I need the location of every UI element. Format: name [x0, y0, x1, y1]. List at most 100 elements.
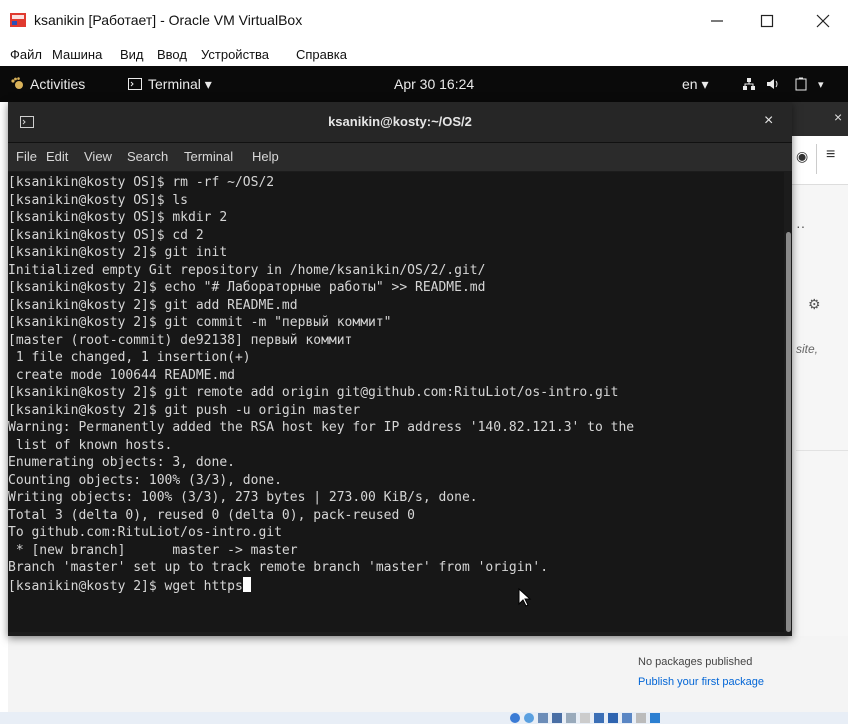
mouse-pointer-icon	[518, 588, 532, 607]
battery-icon	[795, 77, 807, 91]
network-adapter-icon[interactable]	[552, 713, 562, 723]
terminal-line: Enumerating objects: 3, done.	[8, 455, 235, 470]
terminal-window: ksanikin@kosty:~/OS/2 × File Edit View S…	[8, 102, 792, 636]
background-close-icon[interactable]: ×	[834, 109, 842, 125]
terminal-prompt-text: [ksanikin@kosty 2]$ wget https	[8, 578, 243, 594]
terminal-line: [ksanikin@kosty OS]$ ls	[8, 192, 189, 208]
vbox-statusbar	[0, 712, 848, 724]
hamburger-menu-icon[interactable]: ≡	[826, 146, 835, 164]
gnome-foot-icon	[11, 77, 23, 89]
terminal-line: create mode 100644 README.md	[8, 367, 235, 383]
terminal-line: 1 file changed, 1 insertion(+)	[8, 350, 251, 365]
window-title: ksanikin [Работает] - Oracle VM VirtualB…	[34, 12, 303, 28]
menu-input[interactable]: Ввод	[157, 47, 187, 62]
term-menu-view[interactable]: View	[84, 149, 112, 164]
menu-view[interactable]: Вид	[120, 47, 144, 62]
terminal-line: Total 3 (delta 0), reused 0 (delta 0), p…	[8, 507, 415, 523]
terminal-line: Counting objects: 100% (3/3), done.	[8, 472, 282, 488]
menu-devices[interactable]: Устройства	[201, 47, 269, 62]
toolbar-divider	[816, 144, 817, 174]
no-packages-text: No packages published	[638, 656, 753, 668]
terminal-prompt-line[interactable]: [ksanikin@kosty 2]$ wget https	[8, 576, 251, 596]
terminal-menubar: File Edit View Search Terminal Help	[8, 143, 792, 171]
minimize-button[interactable]	[694, 4, 740, 38]
gnome-top-panel: Activities Terminal ▾ Apr 30 16:24 en ▾ …	[0, 66, 848, 102]
terminal-line: Warning: Permanently added the RSA host …	[8, 420, 635, 435]
background-avatar-icon[interactable]: ◉	[796, 148, 808, 165]
background-window-header: ×	[790, 102, 848, 136]
terminal-line: [ksanikin@kosty 2]$ git init	[8, 245, 228, 260]
recording-icon[interactable]	[608, 713, 618, 723]
keyboard-capture-icon[interactable]	[650, 713, 660, 723]
terminal-app-label: Terminal ▾	[148, 75, 212, 92]
terminal-line: Branch 'master' set up to track remote b…	[8, 560, 549, 575]
term-menu-file[interactable]: File	[16, 149, 37, 164]
network-wired-icon	[743, 78, 755, 90]
text-cursor	[242, 576, 251, 592]
scrollbar-thumb[interactable]	[786, 232, 791, 632]
activities-label: Activities	[30, 76, 86, 92]
minimize-icon	[711, 20, 723, 22]
volume-icon[interactable]	[766, 66, 780, 102]
background-page-footer: No packages published Publish your first…	[8, 636, 848, 712]
terminal-line: [ksanikin@kosty OS]$ cd 2	[8, 227, 204, 243]
display-icon[interactable]	[594, 713, 604, 723]
term-menu-search[interactable]: Search	[127, 149, 168, 164]
terminal-line: Writing objects: 100% (3/3), 273 bytes |…	[8, 490, 478, 505]
terminal-close-button[interactable]: ×	[764, 112, 773, 130]
terminal-app-menu[interactable]: Terminal ▾	[128, 66, 212, 102]
terminal-line: Initialized empty Git repository in /hom…	[8, 262, 486, 278]
menu-help[interactable]: Справка	[296, 47, 347, 62]
network-icon[interactable]	[742, 66, 756, 102]
settings-gear-icon[interactable]: ⚙	[808, 296, 821, 313]
vbox-menubar: Файл Машина Вид Ввод Устройства Справка	[0, 42, 848, 66]
speaker-icon	[767, 79, 778, 89]
terminal-line: To github.com:RituLiot/os-intro.git	[8, 525, 282, 540]
terminal-output[interactable]: [ksanikin@kosty OS]$ rm -rf ~/OS/2 [ksan…	[8, 172, 784, 632]
vbox-titlebar: ksanikin [Работает] - Oracle VM VirtualB…	[0, 0, 848, 42]
activities-button[interactable]: Activities	[10, 66, 85, 102]
terminal-line: [master (root-commit) de92138] первый ко…	[8, 332, 353, 348]
vbox-status-icons	[510, 713, 660, 723]
publish-package-link[interactable]: Publish your first package	[638, 676, 764, 688]
cpu-icon[interactable]	[622, 713, 632, 723]
menu-machine[interactable]: Машина	[52, 47, 102, 62]
background-partial-text: site,	[796, 342, 819, 356]
clock[interactable]: Apr 30 16:24	[394, 66, 474, 102]
optical-drive-icon[interactable]	[524, 713, 534, 723]
terminal-scrollbar[interactable]	[784, 172, 792, 636]
terminal-icon	[128, 78, 142, 90]
terminal-line: [ksanikin@kosty 2]$ echo "# Лабораторные…	[8, 280, 486, 295]
terminal-line: [ksanikin@kosty OS]$ rm -rf ~/OS/2	[8, 175, 275, 190]
terminal-line: * [new branch] master -> master	[8, 542, 298, 558]
mouse-integration-icon[interactable]	[636, 713, 646, 723]
terminal-line: [ksanikin@kosty 2]$ git add README.md	[8, 297, 298, 313]
close-icon	[816, 14, 830, 28]
audio-icon[interactable]	[538, 713, 548, 723]
maximize-icon	[760, 14, 774, 28]
term-menu-edit[interactable]: Edit	[46, 149, 68, 164]
shared-folders-icon[interactable]	[580, 713, 590, 723]
term-menu-terminal[interactable]: Terminal	[184, 149, 233, 164]
terminal-line: [ksanikin@kosty 2]$ git remote add origi…	[8, 385, 619, 400]
terminal-line: [ksanikin@kosty 2]$ git push -u origin m…	[8, 402, 361, 418]
usb-icon[interactable]	[566, 713, 576, 723]
menu-file[interactable]: Файл	[10, 47, 42, 62]
terminal-header: ksanikin@kosty:~/OS/2 ×	[8, 102, 792, 143]
terminal-title: ksanikin@kosty:~/OS/2	[328, 114, 472, 129]
virtualbox-icon	[10, 13, 26, 27]
keyboard-layout-label: en ▾	[682, 75, 709, 92]
close-button[interactable]	[800, 4, 846, 38]
terminal-line: [ksanikin@kosty 2]$ git commit -m "первы…	[8, 315, 392, 330]
clock-label: Apr 30 16:24	[394, 76, 475, 92]
maximize-button[interactable]	[744, 4, 790, 38]
background-divider	[796, 450, 848, 451]
terminal-line: list of known hosts.	[8, 437, 173, 453]
background-toolbar: ◉ ≡	[792, 136, 848, 185]
keyboard-layout-menu[interactable]: en ▾	[682, 66, 709, 102]
chevron-down-icon: ▾	[818, 78, 824, 91]
term-menu-help[interactable]: Help	[252, 149, 279, 164]
hard-disk-icon[interactable]	[510, 713, 520, 723]
more-options-icon[interactable]: ··	[796, 218, 805, 234]
power-menu[interactable]: ▾	[794, 66, 824, 102]
